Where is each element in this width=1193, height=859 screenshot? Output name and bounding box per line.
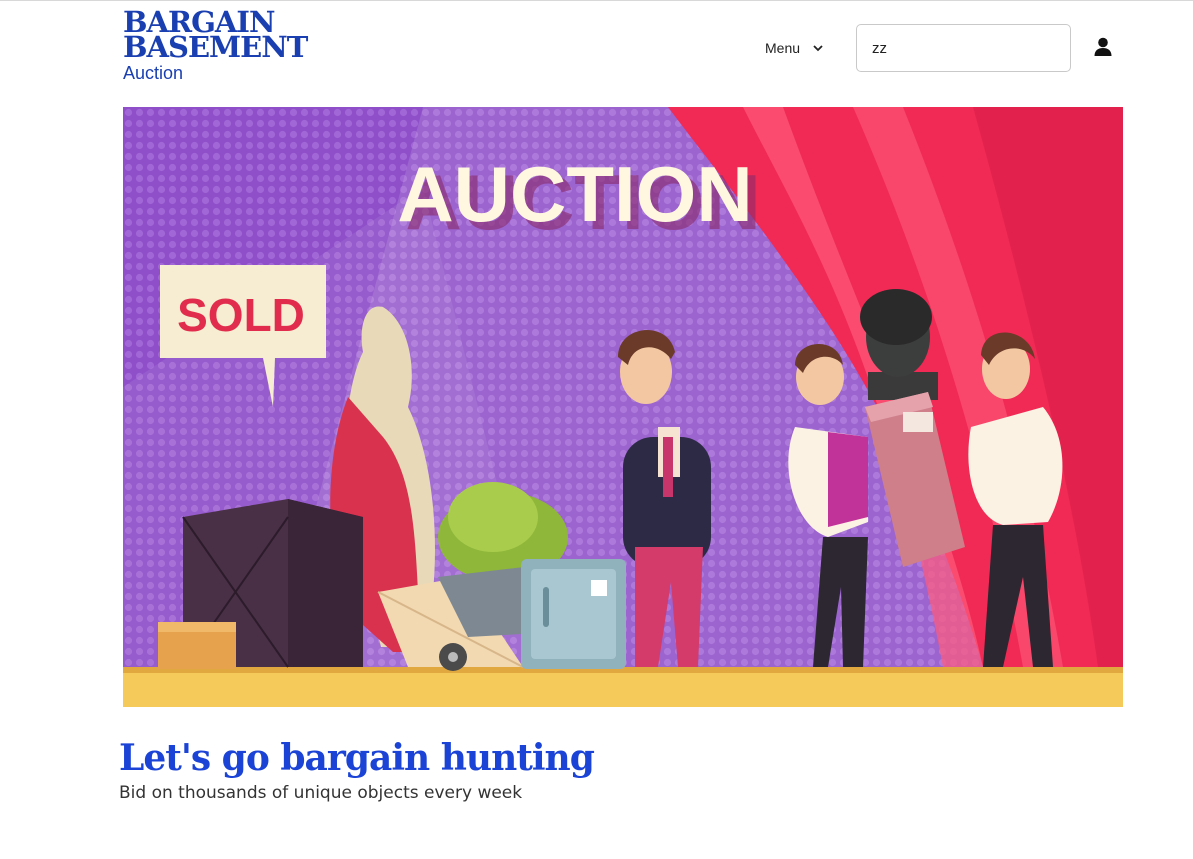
search-input[interactable]: [856, 24, 1071, 72]
auction-illustration: AUCTION AUCTION SOLD: [123, 107, 1123, 707]
menu-label: Menu: [765, 40, 801, 56]
chevron-down-icon: [813, 45, 823, 52]
logo-line-2: BASEMENT: [123, 30, 308, 64]
user-icon[interactable]: [1092, 36, 1114, 58]
logo-line-3: Auction: [123, 63, 184, 83]
top-border: [0, 0, 1193, 1]
hero-subheadline: Bid on thousands of unique objects every…: [119, 783, 523, 803]
auction-sign: AUCTION: [397, 150, 752, 238]
hero-headline: Let's go bargain hunting: [119, 737, 595, 779]
sold-sign: SOLD: [177, 289, 305, 341]
site-logo[interactable]: BARGAIN BASEMENT Auction: [123, 8, 323, 84]
hero-image: AUCTION AUCTION SOLD: [123, 107, 1123, 707]
menu-button[interactable]: Menu: [765, 34, 824, 62]
